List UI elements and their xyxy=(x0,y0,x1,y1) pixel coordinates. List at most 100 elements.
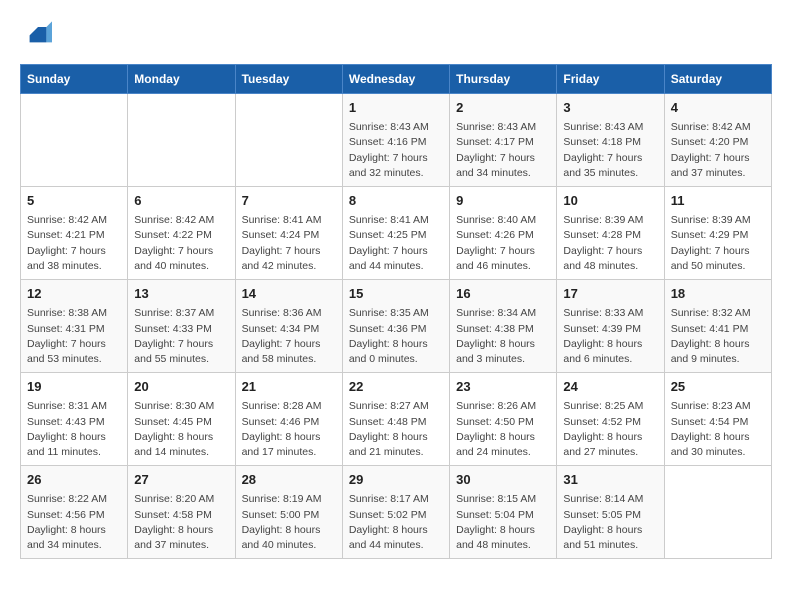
weekday-header-wednesday: Wednesday xyxy=(342,65,449,94)
weekday-header-tuesday: Tuesday xyxy=(235,65,342,94)
calendar-cell: 28Sunrise: 8:19 AM Sunset: 5:00 PM Dayli… xyxy=(235,466,342,559)
day-info: Sunrise: 8:42 AM Sunset: 4:21 PM Dayligh… xyxy=(27,213,121,274)
calendar-cell: 10 Sunrise: 8:39 AM Sunset: 4:28 PM Dayli… xyxy=(557,187,664,280)
calendar-cell: 15 Sunrise: 8:35 AM Sunset: 4:36 PM Dayli… xyxy=(342,280,449,373)
day-number: 6 xyxy=(134,192,228,210)
weekday-header-friday: Friday xyxy=(557,65,664,94)
day-number: 12 xyxy=(27,285,121,303)
calendar-cell: 26Sunrise: 8:22 AM Sunset: 4:56 PM Dayli… xyxy=(21,466,128,559)
day-info: Sunrise: 8:17 AM Sunset: 5:02 PM Dayligh… xyxy=(349,492,443,553)
day-number: 10 xyxy=(563,192,657,210)
calendar-cell: 31Sunrise: 8:14 AM Sunset: 5:05 PM Dayli… xyxy=(557,466,664,559)
day-info: Sunrise: 8:34 AM Sunset: 4:38 PM Dayligh… xyxy=(456,306,550,367)
calendar-cell: 16 Sunrise: 8:34 AM Sunset: 4:38 PM Dayli… xyxy=(450,280,557,373)
day-info: Sunrise: 8:42 AM Sunset: 4:22 PM Dayligh… xyxy=(134,213,228,274)
calendar-cell: 20 Sunrise: 8:30 AM Sunset: 4:45 PM Dayli… xyxy=(128,373,235,466)
day-number: 24 xyxy=(563,378,657,396)
day-info: Sunrise: 8:26 AM Sunset: 4:50 PM Dayligh… xyxy=(456,399,550,460)
calendar-cell: 4 Sunrise: 8:42 AM Sunset: 4:20 PM Daylig… xyxy=(664,94,771,187)
day-info: Sunrise: 8:23 AM Sunset: 4:54 PM Dayligh… xyxy=(671,399,765,460)
calendar-cell: 19 Sunrise: 8:31 AM Sunset: 4:43 PM Dayli… xyxy=(21,373,128,466)
day-number: 17 xyxy=(563,285,657,303)
day-info: Sunrise: 8:36 AM Sunset: 4:34 PM Dayligh… xyxy=(242,306,336,367)
day-number: 14 xyxy=(242,285,336,303)
day-info: Sunrise: 8:42 AM Sunset: 4:20 PM Dayligh… xyxy=(671,120,765,181)
calendar-cell: 7 Sunrise: 8:41 AM Sunset: 4:24 PM Daylig… xyxy=(235,187,342,280)
weekday-header-thursday: Thursday xyxy=(450,65,557,94)
day-number: 22 xyxy=(349,378,443,396)
day-number: 1 xyxy=(349,99,443,117)
day-info: Sunrise: 8:20 AM Sunset: 4:58 PM Dayligh… xyxy=(134,492,228,553)
day-info: Sunrise: 8:37 AM Sunset: 4:33 PM Dayligh… xyxy=(134,306,228,367)
weekday-header-monday: Monday xyxy=(128,65,235,94)
calendar-cell: 29 Sunrise: 8:17 AM Sunset: 5:02 PM Dayli… xyxy=(342,466,449,559)
day-info: Sunrise: 8:38 AM Sunset: 4:31 PM Dayligh… xyxy=(27,306,121,367)
day-info: Sunrise: 8:33 AM Sunset: 4:39 PM Dayligh… xyxy=(563,306,657,367)
calendar-cell: 25 Sunrise: 8:23 AM Sunset: 4:54 PM Dayli… xyxy=(664,373,771,466)
day-number: 21 xyxy=(242,378,336,396)
day-number: 7 xyxy=(242,192,336,210)
day-number: 31 xyxy=(563,471,657,489)
day-number: 3 xyxy=(563,99,657,117)
day-info: Sunrise: 8:35 AM Sunset: 4:36 PM Dayligh… xyxy=(349,306,443,367)
day-info: Sunrise: 8:22 AM Sunset: 4:56 PM Dayligh… xyxy=(27,492,121,553)
calendar-cell: 6 Sunrise: 8:42 AM Sunset: 4:22 PM Daylig… xyxy=(128,187,235,280)
calendar-cell: 17 Sunrise: 8:33 AM Sunset: 4:39 PM Dayli… xyxy=(557,280,664,373)
day-info: Sunrise: 8:25 AM Sunset: 4:52 PM Dayligh… xyxy=(563,399,657,460)
day-number: 15 xyxy=(349,285,443,303)
calendar-cell: 24 Sunrise: 8:25 AM Sunset: 4:52 PM Dayli… xyxy=(557,373,664,466)
day-info: Sunrise: 8:43 AM Sunset: 4:18 PM Dayligh… xyxy=(563,120,657,181)
day-number: 30 xyxy=(456,471,550,489)
calendar-week-row: 26Sunrise: 8:22 AM Sunset: 4:56 PM Dayli… xyxy=(21,466,772,559)
day-number: 4 xyxy=(671,99,765,117)
calendar-cell: 5 Sunrise: 8:42 AM Sunset: 4:21 PM Daylig… xyxy=(21,187,128,280)
day-number: 27 xyxy=(134,471,228,489)
day-number: 16 xyxy=(456,285,550,303)
day-number: 18 xyxy=(671,285,765,303)
calendar-cell: 8 Sunrise: 8:41 AM Sunset: 4:25 PM Daylig… xyxy=(342,187,449,280)
day-number: 2 xyxy=(456,99,550,117)
calendar-cell: 30Sunrise: 8:15 AM Sunset: 5:04 PM Dayli… xyxy=(450,466,557,559)
calendar-week-row: 5 Sunrise: 8:42 AM Sunset: 4:21 PM Daylig… xyxy=(21,187,772,280)
day-number: 29 xyxy=(349,471,443,489)
day-number: 19 xyxy=(27,378,121,396)
calendar-cell: 27 Sunrise: 8:20 AM Sunset: 4:58 PM Dayli… xyxy=(128,466,235,559)
day-info: Sunrise: 8:32 AM Sunset: 4:41 PM Dayligh… xyxy=(671,306,765,367)
calendar-week-row: 12 Sunrise: 8:38 AM Sunset: 4:31 PM Dayli… xyxy=(21,280,772,373)
calendar-cell: 14 Sunrise: 8:36 AM Sunset: 4:34 PM Dayli… xyxy=(235,280,342,373)
day-info: Sunrise: 8:39 AM Sunset: 4:28 PM Dayligh… xyxy=(563,213,657,274)
day-number: 20 xyxy=(134,378,228,396)
day-number: 5 xyxy=(27,192,121,210)
day-info: Sunrise: 8:39 AM Sunset: 4:29 PM Dayligh… xyxy=(671,213,765,274)
day-number: 9 xyxy=(456,192,550,210)
page-header xyxy=(20,20,772,48)
day-info: Sunrise: 8:30 AM Sunset: 4:45 PM Dayligh… xyxy=(134,399,228,460)
logo xyxy=(20,20,52,48)
day-number: 13 xyxy=(134,285,228,303)
day-info: Sunrise: 8:41 AM Sunset: 4:24 PM Dayligh… xyxy=(242,213,336,274)
day-number: 8 xyxy=(349,192,443,210)
weekday-header-sunday: Sunday xyxy=(21,65,128,94)
calendar-cell xyxy=(664,466,771,559)
calendar-cell: 11 Sunrise: 8:39 AM Sunset: 4:29 PM Dayli… xyxy=(664,187,771,280)
calendar-week-row: 1Sunrise: 8:43 AM Sunset: 4:16 PM Daylig… xyxy=(21,94,772,187)
calendar-cell xyxy=(128,94,235,187)
calendar-table: SundayMondayTuesdayWednesdayThursdayFrid… xyxy=(20,64,772,559)
calendar-cell: 18 Sunrise: 8:32 AM Sunset: 4:41 PM Dayli… xyxy=(664,280,771,373)
calendar-cell: 23 Sunrise: 8:26 AM Sunset: 4:50 PM Dayli… xyxy=(450,373,557,466)
day-number: 11 xyxy=(671,192,765,210)
calendar-cell: 12 Sunrise: 8:38 AM Sunset: 4:31 PM Dayli… xyxy=(21,280,128,373)
calendar-cell: 9Sunrise: 8:40 AM Sunset: 4:26 PM Daylig… xyxy=(450,187,557,280)
calendar-week-row: 19 Sunrise: 8:31 AM Sunset: 4:43 PM Dayli… xyxy=(21,373,772,466)
calendar-cell xyxy=(21,94,128,187)
day-number: 23 xyxy=(456,378,550,396)
calendar-cell: 22Sunrise: 8:27 AM Sunset: 4:48 PM Dayli… xyxy=(342,373,449,466)
day-number: 25 xyxy=(671,378,765,396)
calendar-cell: 2Sunrise: 8:43 AM Sunset: 4:17 PM Daylig… xyxy=(450,94,557,187)
calendar-cell: 13 Sunrise: 8:37 AM Sunset: 4:33 PM Dayli… xyxy=(128,280,235,373)
weekday-header-row: SundayMondayTuesdayWednesdayThursdayFrid… xyxy=(21,65,772,94)
day-info: Sunrise: 8:41 AM Sunset: 4:25 PM Dayligh… xyxy=(349,213,443,274)
day-info: Sunrise: 8:19 AM Sunset: 5:00 PM Dayligh… xyxy=(242,492,336,553)
day-info: Sunrise: 8:31 AM Sunset: 4:43 PM Dayligh… xyxy=(27,399,121,460)
calendar-cell: 3 Sunrise: 8:43 AM Sunset: 4:18 PM Daylig… xyxy=(557,94,664,187)
